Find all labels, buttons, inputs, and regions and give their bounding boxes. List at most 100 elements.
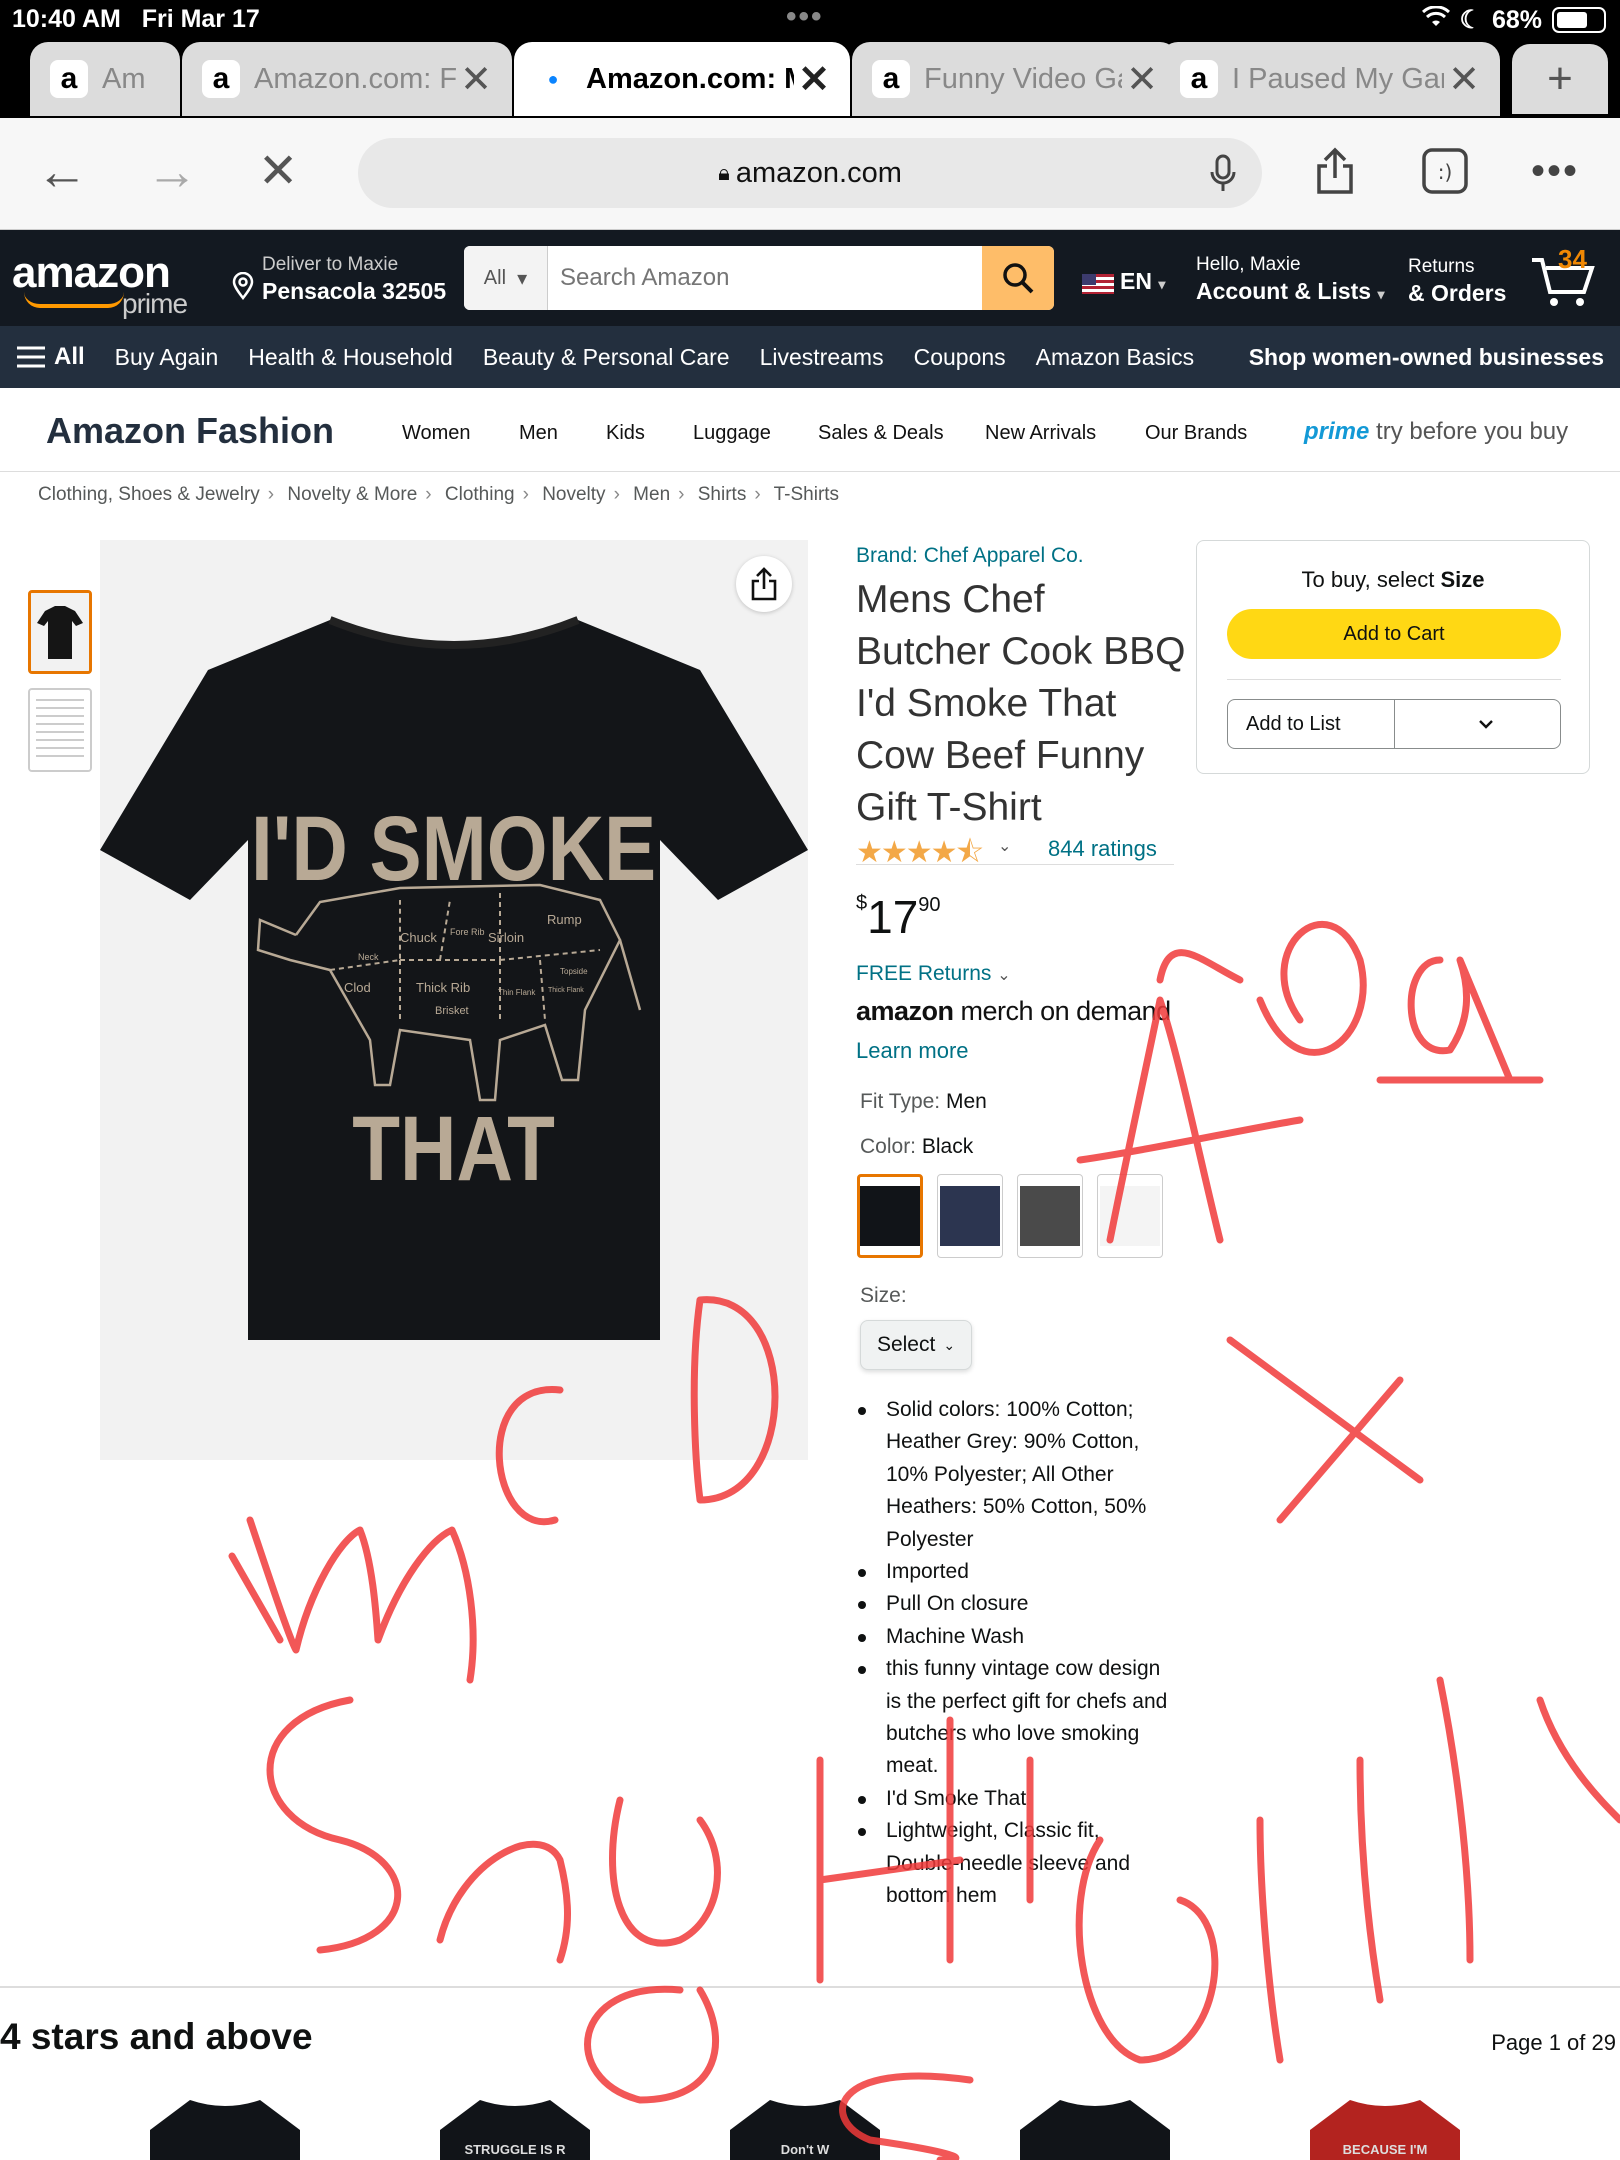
learn-more-link[interactable]: Learn more [856, 1038, 969, 1064]
chevron-down-icon: ⌄ [943, 1336, 956, 1353]
color-swatch-grey[interactable] [1017, 1174, 1083, 1258]
tab-3-active[interactable]: ● Amazon.com: Mens ✕ [514, 42, 850, 116]
recommended-product[interactable]: Don't W [690, 2090, 920, 2160]
breadcrumb-link[interactable]: T-Shirts [774, 484, 839, 505]
price: $1790 [856, 891, 941, 943]
fashion-link-new-arrivals[interactable]: New Arrivals [985, 422, 1096, 445]
recommendations-title: 4 stars and above [0, 2016, 313, 2057]
tab-1[interactable]: a Am [30, 42, 180, 116]
url-text: amazon.com [735, 156, 902, 189]
star-rating[interactable]: ★★★★⯪ [856, 830, 984, 881]
nav-buy-again[interactable]: Buy Again [115, 344, 219, 371]
search-button[interactable] [982, 246, 1054, 310]
search-scope-select[interactable]: All ▾ [464, 246, 548, 310]
tab-2[interactable]: a Amazon.com: Funny T ✕ [182, 42, 512, 116]
recommended-product[interactable]: BECAUSE I'M [1270, 2090, 1500, 2160]
fashion-link-women[interactable]: Women [402, 422, 471, 445]
fashion-link-our-brands[interactable]: Our Brands [1145, 422, 1247, 445]
recommended-product[interactable] [110, 2090, 340, 2160]
fashion-link-sales[interactable]: Sales & Deals [818, 422, 944, 445]
breadcrumb-link[interactable]: Novelty [542, 484, 605, 505]
tab-4[interactable]: a Funny Video Games ✕ [852, 42, 1178, 116]
browser-toolbar: ← → ✕ 🔒︎ amazon.com :) ••• [0, 118, 1620, 230]
feature-bullet: Solid colors: 100% Cotton; Heather Grey:… [858, 1394, 1178, 1556]
deliver-to[interactable]: Deliver to Maxie Pensacola 32505 [262, 254, 446, 305]
shirt-text-top: I'D SMOKE [251, 798, 656, 900]
wifi-icon [1421, 4, 1450, 35]
cut-label: Thin Flank [498, 988, 536, 997]
recommended-product[interactable] [980, 2090, 1210, 2160]
shirt-text-bottom: THAT [352, 1098, 555, 1200]
tab-close-icon[interactable]: ✕ [456, 57, 496, 102]
brand-link[interactable]: Brand: Chef Apparel Co. [856, 544, 1084, 568]
battery-percent: 68% [1491, 5, 1542, 34]
breadcrumb-link[interactable]: Clothing [445, 484, 515, 505]
tabs-overview-icon[interactable]: :) [1418, 144, 1472, 198]
cart-button[interactable]: 34 [1530, 244, 1600, 310]
fashion-link-men[interactable]: Men [519, 422, 558, 445]
buy-box-prompt: To buy, select Size [1301, 567, 1485, 592]
chevron-down-icon[interactable] [1393, 700, 1561, 748]
url-bar[interactable]: 🔒︎ amazon.com [358, 138, 1262, 208]
recommended-product[interactable]: STRUGGLE IS R [400, 2090, 630, 2160]
moon-icon: ☾ [1459, 6, 1482, 34]
product-thumbnail-2[interactable] [28, 688, 92, 772]
breadcrumb-link[interactable]: Novelty & More [287, 484, 417, 505]
amazon-favicon-icon: a [1180, 60, 1218, 98]
ratings-count[interactable]: 844 ratings [1048, 836, 1157, 862]
add-to-list-button[interactable]: Add to List [1227, 699, 1561, 749]
cut-label: Neck [358, 952, 379, 962]
nav-beauty[interactable]: Beauty & Personal Care [483, 344, 730, 371]
add-to-cart-button[interactable]: Add to Cart [1227, 609, 1561, 659]
fashion-link-kids[interactable]: Kids [606, 422, 645, 445]
fashion-link-luggage[interactable]: Luggage [693, 422, 771, 445]
product-thumbnail-1[interactable] [28, 590, 92, 674]
tab-title: I Paused My Game [1232, 62, 1444, 95]
language-selector[interactable]: EN ▾ [1120, 268, 1165, 295]
image-share-button[interactable] [736, 556, 792, 612]
fashion-title[interactable]: Amazon Fashion [46, 410, 334, 452]
breadcrumb-link[interactable]: Clothing, Shoes & Jewelry [38, 484, 260, 505]
tab-5[interactable]: a I Paused My Game ✕ [1160, 42, 1500, 116]
free-returns-link[interactable]: FREE Returns ⌄ [856, 962, 1011, 986]
nav-livestreams[interactable]: Livestreams [760, 344, 884, 371]
nav-amazon-basics[interactable]: Amazon Basics [1036, 344, 1195, 371]
share-icon[interactable] [1308, 144, 1362, 198]
nav-health-household[interactable]: Health & Household [248, 344, 453, 371]
tab-close-icon[interactable]: ✕ [1122, 57, 1162, 102]
breadcrumb: Clothing, Shoes & Jewelry › Novelty & Mor… [38, 484, 840, 505]
multitask-dots[interactable]: ••• [786, 0, 824, 34]
amazon-logo[interactable]: amazon prime [12, 248, 188, 319]
size-select[interactable]: Select ⌄ [860, 1320, 972, 1370]
color-swatch-black[interactable] [857, 1174, 923, 1258]
lock-icon: 🔒︎ [718, 160, 730, 185]
search-input[interactable] [560, 246, 940, 310]
forward-arrow-icon[interactable]: → [146, 144, 198, 200]
stop-loading-icon[interactable]: ✕ [258, 144, 298, 200]
more-options-icon[interactable]: ••• [1528, 144, 1582, 198]
tab-close-icon[interactable]: ✕ [794, 57, 834, 102]
tab-title: Amazon.com: Mens [586, 62, 794, 95]
breadcrumb-link[interactable]: Men [633, 484, 670, 505]
product-title: Mens Chef Butcher Cook BBQ I'd Smoke Tha… [856, 578, 1186, 829]
feature-bullet: Imported [858, 1556, 1178, 1588]
search-bar: All ▾ [464, 246, 1054, 310]
back-arrow-icon[interactable]: ← [36, 144, 88, 200]
chevron-down-icon[interactable]: ⌄ [998, 836, 1011, 856]
nav-women-owned-promo[interactable]: Shop women-owned businesses [1249, 344, 1604, 371]
account-lists[interactable]: Hello, Maxie Account & Lists ▾ [1196, 254, 1385, 305]
color-swatch-navy[interactable] [937, 1174, 1003, 1258]
new-tab-button[interactable]: + [1512, 44, 1608, 114]
microphone-icon[interactable] [1210, 154, 1236, 203]
all-menu-button[interactable]: All [16, 343, 85, 371]
feature-bullet: this funny vintage cow design is the per… [858, 1653, 1178, 1783]
product-main-image[interactable]: I'D SMOKE Chuck Fore Rib Sirloin Rump Ne… [100, 540, 808, 1460]
color-swatch-white[interactable] [1097, 1174, 1163, 1258]
prime-try-before-you-buy[interactable]: prime try before you buy [1304, 418, 1568, 446]
nav-coupons[interactable]: Coupons [914, 344, 1006, 371]
tab-close-icon[interactable]: ✕ [1444, 57, 1484, 102]
returns-orders[interactable]: Returns & Orders [1408, 256, 1506, 307]
battery-icon [1552, 7, 1606, 33]
recommended-product-print: STRUGGLE IS R [464, 2142, 566, 2157]
breadcrumb-link[interactable]: Shirts [698, 484, 747, 505]
